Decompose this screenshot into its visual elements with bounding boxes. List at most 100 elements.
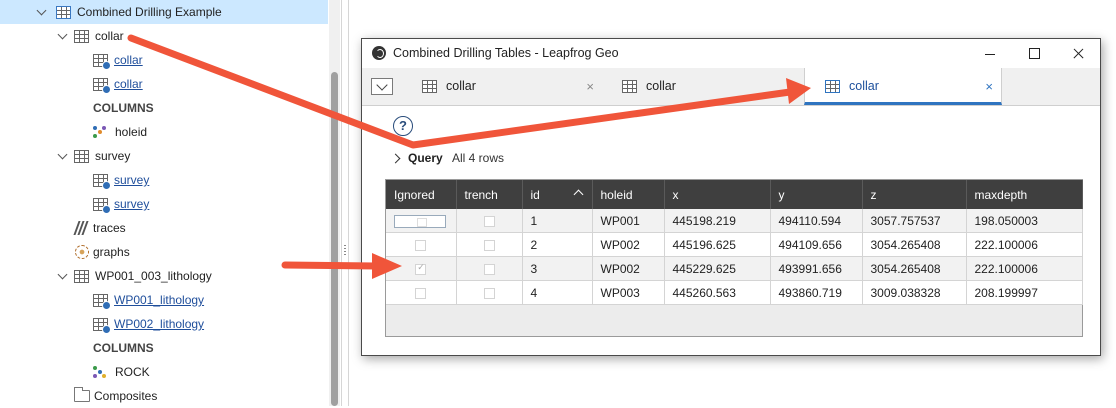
z-cell[interactable]: 3009.038328	[862, 280, 967, 305]
ignored-checkbox[interactable]	[415, 239, 427, 251]
tree-item-wp001-003-lithology[interactable]: WP001_003_lithology	[0, 264, 212, 288]
col-header-x[interactable]: x	[664, 180, 771, 209]
tree-item-collar[interactable]: collar	[0, 24, 124, 48]
trench-checkbox[interactable]	[483, 239, 495, 251]
holeid-cell[interactable]: WP002	[592, 232, 665, 257]
x-cell[interactable]: 445196.625	[664, 232, 771, 257]
tab-close-icon[interactable]: ×	[586, 68, 594, 105]
x-cell[interactable]: 445198.219	[664, 209, 771, 233]
tree-item-label[interactable]: collar	[114, 72, 143, 96]
ignored-checkbox-editor[interactable]	[394, 214, 446, 228]
trench-checkbox[interactable]	[483, 287, 495, 299]
tree-item-wp002-lithology-link[interactable]: WP002_lithology	[93, 312, 204, 336]
col-header-maxdepth[interactable]: maxdepth	[966, 180, 1083, 209]
col-header-ignored[interactable]: Ignored	[386, 180, 457, 209]
ignored-checkbox-checked[interactable]	[415, 262, 427, 275]
trench-checkbox[interactable]	[483, 263, 495, 275]
panel-splitter[interactable]	[341, 0, 349, 406]
tree-item-label[interactable]: survey	[114, 192, 149, 216]
tree-item-survey[interactable]: survey	[0, 144, 130, 168]
chevron-down-icon[interactable]	[58, 271, 68, 281]
close-window-button[interactable]	[1056, 39, 1100, 68]
combined-table-icon	[56, 5, 71, 19]
tree-item-holeid[interactable]: holeid	[93, 120, 147, 144]
z-cell[interactable]: 3054.265408	[862, 256, 967, 281]
trench-cell[interactable]	[456, 256, 523, 281]
tree-item-rock[interactable]: ROCK	[93, 360, 150, 384]
z-cell[interactable]: 3057.757537	[862, 209, 967, 233]
graphs-icon	[75, 245, 89, 259]
query-toggle[interactable]: Query	[408, 151, 443, 165]
tab-collar-2[interactable]: collar	[602, 68, 802, 105]
holeid-cell[interactable]: WP001	[592, 209, 665, 233]
tree-item-traces[interactable]: traces	[73, 216, 126, 240]
y-cell[interactable]: 494110.594	[770, 209, 863, 233]
maxdepth-cell[interactable]: 208.199997	[966, 280, 1083, 305]
y-cell[interactable]: 494109.656	[770, 232, 863, 257]
tree-item-wp001-lithology-link[interactable]: WP001_lithology	[93, 288, 204, 312]
tree-item-label[interactable]: survey	[114, 168, 149, 192]
maxdepth-cell[interactable]: 198.050003	[966, 209, 1083, 233]
scrollbar-thumb[interactable]	[331, 72, 338, 406]
tree-item-label: Combined Drilling Example	[77, 5, 222, 19]
trench-checkbox[interactable]	[483, 215, 495, 227]
ignored-checkbox[interactable]	[415, 287, 427, 299]
chevron-down-icon[interactable]	[58, 31, 68, 41]
holeid-cell[interactable]: WP003	[592, 280, 665, 305]
z-cell[interactable]: 3054.265408	[862, 232, 967, 257]
ignored-cell[interactable]	[386, 209, 457, 233]
tree-item-label: Composites	[94, 389, 158, 403]
chevron-down-icon[interactable]	[37, 7, 47, 17]
tree-item-graphs[interactable]: graphs	[75, 240, 130, 264]
tree-item-label: holeid	[115, 125, 148, 139]
trench-cell[interactable]	[456, 209, 523, 233]
trench-cell[interactable]	[456, 280, 523, 305]
maxdepth-cell[interactable]: 222.100006	[966, 232, 1083, 257]
ignored-cell[interactable]	[386, 232, 457, 257]
splitter-grip-icon[interactable]	[344, 245, 346, 257]
minimize-button[interactable]	[968, 39, 1012, 68]
tab-collar-active[interactable]: collar ×	[804, 68, 1002, 105]
tree-scrollbar[interactable]	[329, 0, 340, 406]
x-cell[interactable]: 445229.625	[664, 256, 771, 281]
col-header-holeid[interactable]: holeid	[592, 180, 665, 209]
tab-collar-1[interactable]: collar ×	[402, 68, 602, 105]
help-icon[interactable]: ?	[393, 116, 413, 136]
window-title: Combined Drilling Tables - Leapfrog Geo	[393, 46, 619, 60]
col-header-trench[interactable]: trench	[456, 180, 523, 209]
id-cell[interactable]: 4	[522, 280, 593, 305]
ignored-cell[interactable]	[386, 280, 457, 305]
tree-item-collar-link[interactable]: collar	[93, 48, 143, 72]
tree-item-label[interactable]: collar	[114, 48, 143, 72]
tree-item-survey-link[interactable]: survey	[93, 192, 149, 216]
col-header-y[interactable]: y	[770, 180, 863, 209]
maximize-button[interactable]	[1012, 39, 1056, 68]
col-header-id[interactable]: id	[522, 180, 593, 209]
tree-item-survey-link[interactable]: survey	[93, 168, 149, 192]
tree-section-columns: COLUMNS	[93, 96, 154, 120]
ignored-cell[interactable]	[386, 256, 457, 281]
y-cell[interactable]: 493860.719	[770, 280, 863, 305]
window-titlebar[interactable]: Combined Drilling Tables - Leapfrog Geo	[362, 39, 1100, 68]
tree-item-composites[interactable]: Composites	[74, 384, 157, 408]
tree-item-combined-drilling[interactable]: Combined Drilling Example	[0, 0, 328, 24]
chevron-right-icon[interactable]	[390, 153, 401, 164]
trench-cell[interactable]	[456, 232, 523, 257]
col-header-z[interactable]: z	[862, 180, 967, 209]
id-cell[interactable]: 3	[522, 256, 593, 281]
maxdepth-cell[interactable]: 222.100006	[966, 256, 1083, 281]
tree-item-label[interactable]: WP001_lithology	[114, 288, 204, 312]
chevron-down-icon[interactable]	[58, 151, 68, 161]
tree-item-label[interactable]: WP002_lithology	[114, 312, 204, 336]
table-icon	[74, 269, 89, 283]
y-cell[interactable]: 493991.656	[770, 256, 863, 281]
tab-close-icon[interactable]: ×	[985, 68, 993, 105]
tree-item-collar-link[interactable]: collar	[93, 72, 143, 96]
table-icon	[74, 29, 89, 43]
tab-list-dropdown[interactable]	[371, 78, 393, 95]
holeid-cell[interactable]: WP002	[592, 256, 665, 281]
x-cell[interactable]: 445260.563	[664, 280, 771, 305]
id-cell[interactable]: 1	[522, 209, 593, 233]
id-cell[interactable]: 2	[522, 232, 593, 257]
combined-drilling-tables-window: Combined Drilling Tables - Leapfrog Geo …	[361, 38, 1101, 356]
